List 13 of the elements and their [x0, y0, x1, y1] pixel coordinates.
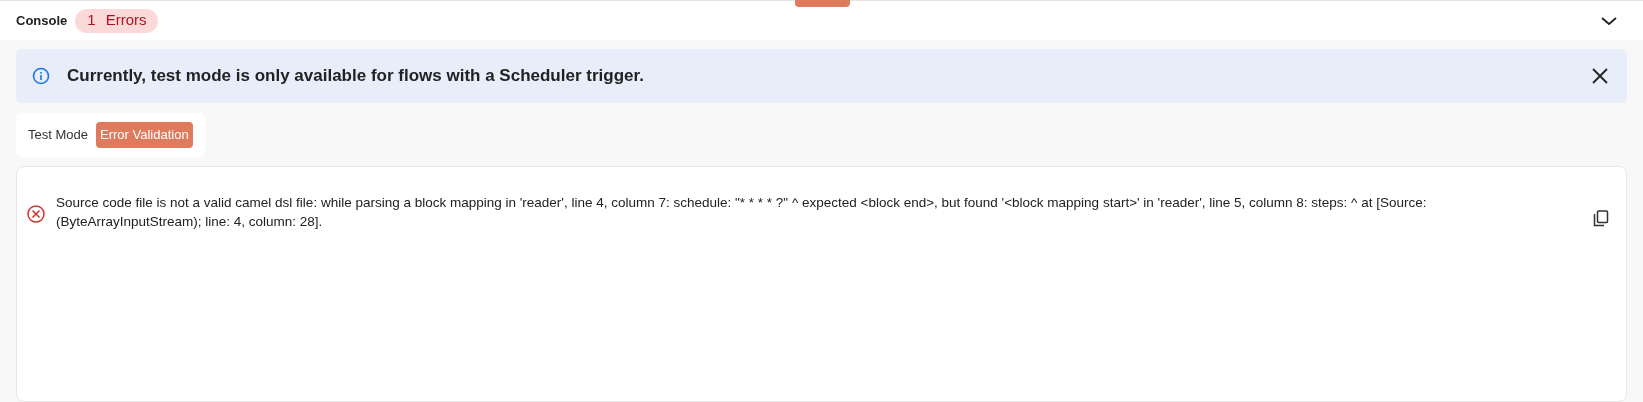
close-icon	[1591, 67, 1609, 85]
info-icon	[32, 67, 50, 85]
error-label: Errors	[105, 10, 147, 31]
drag-handle[interactable]	[795, 0, 850, 7]
copy-icon	[1593, 209, 1609, 227]
error-icon	[26, 204, 46, 224]
console-title: Console	[16, 11, 68, 30]
chevron-icon	[1600, 14, 1618, 27]
copy-button[interactable]	[1592, 209, 1610, 227]
tab[interactable]: Test Mode	[28, 122, 88, 148]
error-message: Source code file is not a valid camel dsl file: while parsing a block mapping in 'reader', line 4, column 7: schedule: "* * * * ?" ^ expected <block end>, but found '<block mapping start>' in 'reader', line 5, column 8: steps: ^ at [Source: (ByteArrayInputStream); line: 4, column: 28].	[56, 194, 1428, 231]
banner-message: Currently, test mode is only available for flows with a Scheduler trigger.	[67, 65, 644, 88]
error-count: 1	[87, 10, 96, 31]
